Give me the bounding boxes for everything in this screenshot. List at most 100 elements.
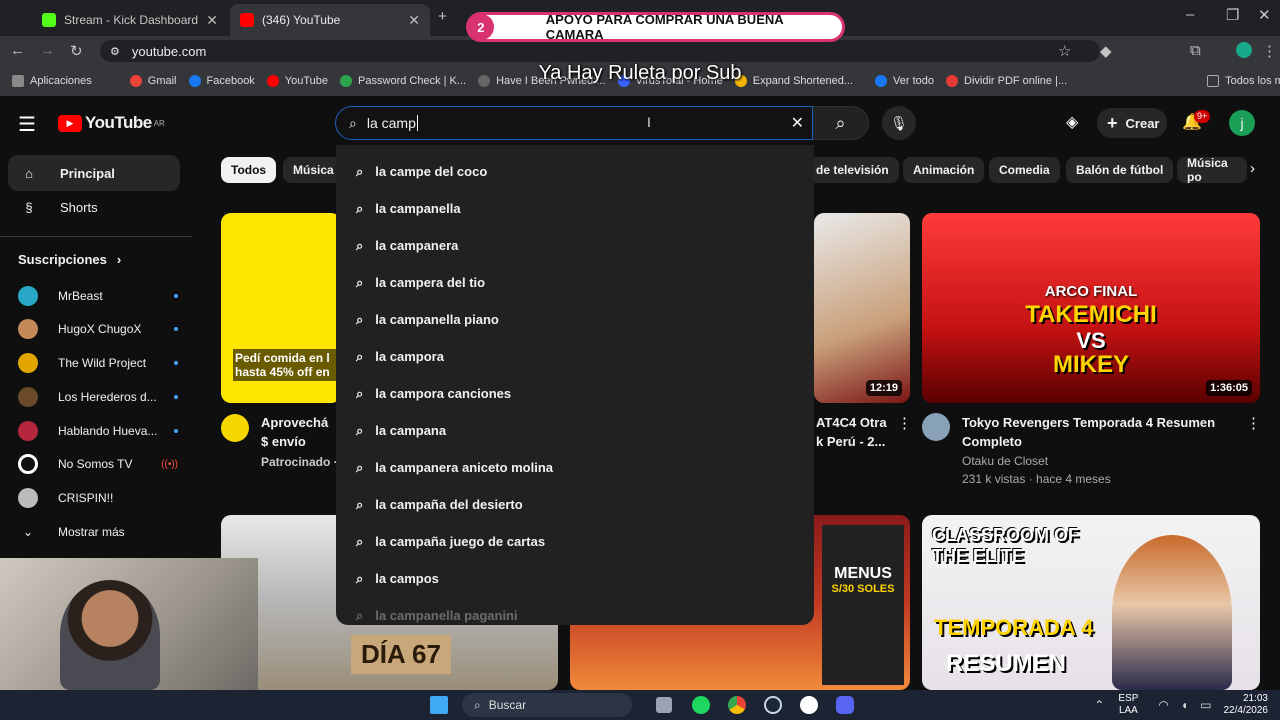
suggestion-item[interactable]: ⌕ la campora canciones [336,375,814,412]
chip-animacion[interactable]: Animación [903,157,985,183]
video-thumbnail-2[interactable]: 12:19 [814,213,910,403]
task-view-icon[interactable] [656,697,672,713]
tab-youtube[interactable]: (346) YouTube ✕ [230,4,430,36]
back-icon[interactable]: ← [10,42,25,59]
taskbar-search[interactable]: ⌕ Buscar [462,693,632,717]
create-button[interactable]: + Crear [1097,108,1167,138]
suggestion-item[interactable]: ⌕ la campos [336,560,814,597]
thumb-text: DÍA 67 [351,635,451,674]
sidebar-sub-no-somos-tv[interactable]: No Somos TV ((•)) [18,449,178,479]
wifi-icon[interactable]: ◠ [1158,698,1168,712]
sidebar-sub-hugox[interactable]: HugoX ChugoX [18,314,178,344]
bookmark-apps[interactable]: Aplicaciones [12,75,92,87]
battery-icon[interactable]: ▭ [1200,698,1211,712]
chrome-menu-icon[interactable]: ⋮ [1262,42,1277,60]
bookmark-dividir-pdf[interactable]: Dividir PDF online |... [946,75,1067,87]
tab-kick[interactable]: Stream - Kick Dashboard ✕ [32,4,228,36]
bookmark-youtube[interactable]: YouTube [266,75,328,87]
bookmark-label: Todos los marcadores [1225,75,1280,87]
chip-musica-pop[interactable]: Música po [1177,157,1247,183]
facebook-icon [875,75,888,87]
subscriptions-header[interactable]: Suscripciones › [18,252,121,267]
user-avatar[interactable]: j [1229,110,1255,136]
sidebar-item-home[interactable]: ⌂ Principal [8,155,180,191]
forward-icon[interactable]: → [40,42,55,59]
channel-name: CRISPIN!! [58,491,114,505]
menu-icon[interactable]: ☰ [18,112,36,137]
discord-icon[interactable] [836,696,854,714]
bookmark-facebook[interactable]: Facebook [188,75,255,87]
close-tab-icon[interactable]: ✕ [206,12,218,29]
window-close-icon[interactable]: ✕ [1258,6,1271,24]
new-tab-icon[interactable]: + [438,8,447,25]
suggestion-item[interactable]: ⌕ la campera del tio [336,264,814,301]
chips-next-icon[interactable]: › [1250,160,1255,177]
extensions-puzzle-icon[interactable]: ⧉ [1190,42,1201,59]
minimize-icon[interactable]: – [1186,6,1194,23]
sidebar-sub-mrbeast[interactable]: MrBeast [18,281,178,311]
sidebar-sub-crispin[interactable]: CRISPIN!! [18,483,178,513]
channel-avatar [18,353,38,373]
search-icon: ⌕ [356,385,364,401]
more-actions-icon[interactable]: ⋮ [897,414,912,432]
suggestion-item[interactable]: ⌕ la campanella piano [336,301,814,338]
cast-icon[interactable]: ◈ [1066,112,1078,132]
video-thumbnail-3[interactable]: ARCO FINAL TAKEMICHI VS MIKEY 1:36:05 [922,213,1260,403]
search-input[interactable]: ⌕ la camp ✕ [335,106,813,140]
sidebar-item-shorts[interactable]: § Shorts [8,189,180,225]
steam-icon[interactable] [764,696,782,714]
suggestion-item[interactable]: ⌕ la campaña juego de cartas [336,523,814,560]
chip-balon-futbol[interactable]: Balón de fútbol [1066,157,1174,183]
suggestion-item[interactable]: ⌕ la campanella [336,190,814,227]
youtube-logo[interactable]: ▶ YouTube AR [58,113,165,133]
show-more-button[interactable]: ⌄ Mostrar más [18,517,178,547]
sidebar-sub-wild-project[interactable]: The Wild Project [18,348,178,378]
extension-icon[interactable]: ◆ [1100,42,1112,60]
url-bar[interactable]: ⚙ youtube.com [100,40,1100,62]
suggestion-item[interactable]: ⌕ la campanella paganini [336,597,814,625]
obs-icon[interactable] [800,696,818,714]
language-indicator[interactable]: ESP LAA [1118,693,1138,717]
reload-icon[interactable]: ↻ [70,42,83,60]
suggestion-item[interactable]: ⌕ la campanera aniceto molina [336,449,814,486]
chrome-icon[interactable] [728,696,746,714]
video-thumbnail-6[interactable]: CLASSROOM OF THE ELITE TEMPORADA 4 RESUM… [922,515,1260,690]
maximize-icon[interactable]: ❐ [1226,6,1239,24]
suggestion-item[interactable]: ⌕ la campana [336,412,814,449]
bookmark-star-icon[interactable]: ☆ [1058,42,1071,60]
tab-title: Stream - Kick Dashboard [64,13,199,27]
bookmark-password-check[interactable]: Password Check | K... [340,75,466,87]
suggestion-item[interactable]: ⌕ la campora [336,338,814,375]
chip-todos[interactable]: Todos [221,157,277,183]
thumb-text: S/30 SOLES [831,583,895,595]
ad-thumbnail[interactable]: Pedí comida en l hasta 45% off en [221,213,341,403]
more-actions-icon[interactable]: ⋮ [1246,414,1261,432]
windows-start-icon[interactable] [430,696,448,714]
clear-search-icon[interactable]: ✕ [791,113,804,133]
bookmark-ver-todo[interactable]: Ver todo [875,75,934,87]
channel-name[interactable]: Otaku de Closet [962,454,1048,468]
search-button[interactable]: ⌕ [813,106,869,140]
sidebar-sub-herederos[interactable]: Los Herederos d... [18,382,178,412]
profile-avatar[interactable] [1236,42,1252,58]
suggestion-item[interactable]: ⌕ la campanera [336,227,814,264]
channel-avatar[interactable] [922,413,950,441]
clock[interactable]: 21:03 22/4/2026 [1224,693,1269,717]
ad-title[interactable]: Aprovechá $ envío gratis [261,413,339,451]
tray-overflow-icon[interactable]: ⌃ [1094,698,1104,712]
video-title[interactable]: Tokyo Revengers Temporada 4 Resumen Comp… [962,413,1242,451]
suggestion-item[interactable]: ⌕ la campe del coco [336,153,814,190]
chip-television[interactable]: de televisión [806,157,899,183]
chip-comedia[interactable]: Comedia [989,157,1060,183]
suggestion-item[interactable]: ⌕ la campaña del desierto [336,486,814,523]
bookmark-all[interactable]: Todos los marcadores [1207,75,1280,87]
site-info-icon[interactable]: ⚙ [110,45,120,58]
spotify-icon[interactable] [692,696,710,714]
voice-search-button[interactable]: 🎙 [882,106,916,140]
close-tab-icon[interactable]: ✕ [408,12,420,29]
volume-icon[interactable]: ◖ [1181,698,1188,712]
chip-musica[interactable]: Música [283,157,343,183]
video-title[interactable]: AT4C4 Otra k Perú - 2... [816,413,896,451]
sidebar-sub-hablando-huevadas[interactable]: Hablando Huevа... [18,416,178,446]
bookmark-gmail[interactable]: Gmail [129,75,177,87]
